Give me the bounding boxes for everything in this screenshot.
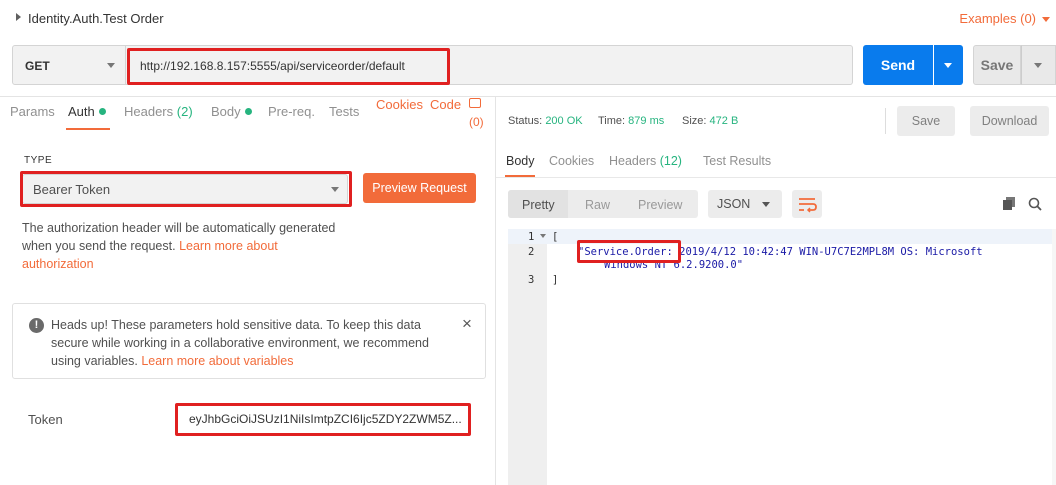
divider	[885, 108, 886, 134]
code-link[interactable]: Code	[430, 97, 461, 112]
auth-description: The authorization header will be automat…	[22, 219, 352, 273]
tab-response-cookies[interactable]: Cookies	[549, 154, 594, 168]
line-number: 3	[528, 274, 535, 286]
sensitive-data-alert: ! Heads up! These parameters hold sensit…	[12, 303, 486, 379]
request-title[interactable]: Identity.Auth.Test Order	[28, 11, 164, 26]
chevron-down-icon	[1034, 63, 1042, 68]
tab-tests[interactable]: Tests	[329, 104, 359, 119]
time-value[interactable]: 879 ms	[628, 115, 664, 127]
tab-headers-label: Headers	[124, 104, 174, 119]
download-button[interactable]: Download	[970, 106, 1049, 136]
alert-message: Heads up! These parameters hold sensitiv…	[51, 316, 461, 370]
close-icon[interactable]: ×	[462, 314, 472, 334]
tab-prereq[interactable]: Pre-req.	[268, 104, 315, 119]
token-highlight-box	[175, 403, 471, 436]
time-label: Time:	[598, 115, 626, 127]
response-headers-count: (12)	[659, 154, 682, 168]
tab-body[interactable]: Body	[211, 104, 252, 119]
size-label: Size:	[682, 115, 707, 127]
collapse-caret-icon[interactable]	[16, 13, 21, 21]
scrollbar[interactable]	[1052, 229, 1056, 485]
save-options-button[interactable]	[1021, 45, 1056, 85]
send-options-button[interactable]	[934, 45, 963, 85]
active-dot-icon	[244, 108, 252, 115]
method-select[interactable]: GET	[12, 45, 126, 85]
wrap-lines-button[interactable]	[792, 190, 822, 218]
size-value[interactable]: 472 B	[710, 115, 739, 127]
tab-test-results[interactable]: Test Results	[703, 154, 771, 168]
method-label: GET	[25, 59, 50, 73]
format-preview-button[interactable]: Preview	[638, 198, 682, 212]
divider	[0, 96, 1056, 97]
tab-params[interactable]: Params	[10, 104, 55, 119]
format-raw-button[interactable]: Raw	[585, 198, 610, 212]
copy-icon[interactable]	[1003, 197, 1015, 210]
chevron-down-icon	[944, 63, 952, 68]
response-key-highlight-box	[577, 240, 681, 263]
examples-dropdown[interactable]: Examples (0)	[959, 11, 1036, 26]
fold-caret-icon[interactable]	[540, 234, 546, 238]
format-pretty-button[interactable]: Pretty	[522, 198, 555, 212]
pane-divider[interactable]	[495, 97, 496, 485]
divider	[496, 177, 1056, 178]
title-bar: Identity.Auth.Test Order Examples (0)	[0, 0, 1056, 38]
comment-icon[interactable]	[469, 98, 481, 108]
save-button[interactable]: Save	[973, 45, 1021, 85]
status-value[interactable]: 200 OK	[545, 115, 582, 127]
type-label: TYPE	[24, 155, 53, 166]
tab-headers[interactable]: Headers (2)	[124, 104, 193, 119]
code-string-rest: 2019/4/12 10:42:47 WIN-U7C7E2MPL8M OS: M…	[672, 246, 983, 258]
preview-request-button[interactable]: Preview Request	[363, 173, 476, 203]
time-meta: Time: 879 ms	[598, 115, 664, 127]
alert-icon: !	[29, 318, 44, 333]
line-number: 1	[528, 231, 535, 243]
url-highlight-box	[127, 48, 450, 85]
tab-response-body[interactable]: Body	[506, 154, 535, 168]
tab-response-headers-label: Headers	[609, 154, 657, 168]
token-label: Token	[28, 412, 63, 427]
code-line: ]	[552, 274, 559, 286]
comments-count: (0)	[469, 115, 484, 129]
language-value: JSON	[717, 197, 751, 211]
tab-auth-label: Auth	[68, 104, 95, 119]
chevron-down-icon	[107, 63, 115, 68]
search-icon[interactable]	[1028, 197, 1042, 211]
active-tab-indicator	[66, 128, 110, 130]
code-line: [	[552, 231, 559, 243]
language-select[interactable]: JSON	[708, 190, 782, 218]
learn-more-variables-link[interactable]: Learn more about variables	[141, 354, 293, 368]
save-response-button[interactable]: Save	[897, 106, 955, 136]
line-number-gutter	[508, 229, 547, 485]
headers-count: (2)	[176, 104, 193, 119]
line-number: 2	[528, 246, 535, 258]
tab-auth[interactable]: Auth	[68, 104, 106, 119]
tab-response-headers[interactable]: Headers (12)	[609, 154, 682, 168]
chevron-down-icon	[762, 202, 770, 207]
cookies-link[interactable]: Cookies	[376, 97, 423, 112]
wrap-icon	[799, 198, 817, 213]
size-meta: Size: 472 B	[682, 115, 738, 127]
send-button[interactable]: Send	[863, 45, 933, 85]
active-dot-icon	[98, 108, 106, 115]
chevron-down-icon[interactable]	[1042, 17, 1050, 22]
status-label: Status:	[508, 115, 543, 127]
auth-type-highlight-box	[20, 171, 352, 207]
tab-body-label: Body	[211, 104, 241, 119]
status-meta: Status: 200 OK	[508, 115, 583, 127]
